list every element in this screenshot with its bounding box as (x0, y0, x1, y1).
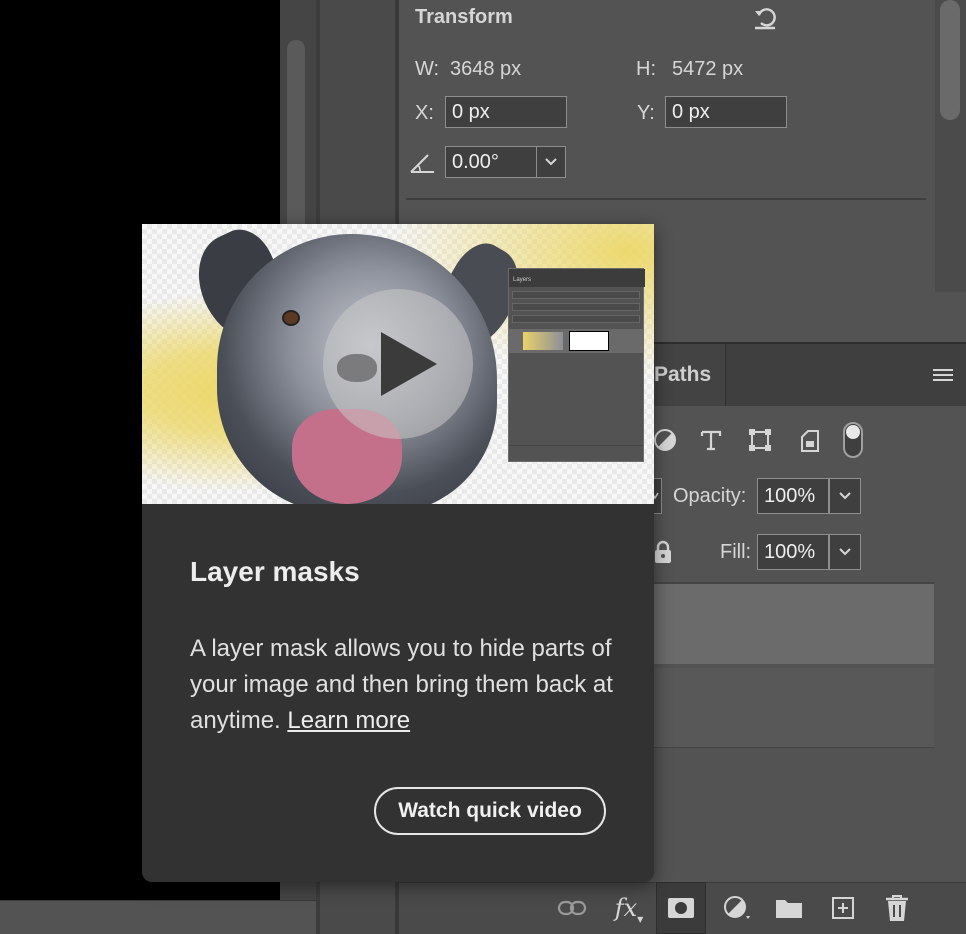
height-label: H: (636, 58, 656, 80)
watch-quick-video-button[interactable]: Watch quick video (374, 787, 606, 835)
layer-row[interactable] (654, 584, 934, 664)
fill-dropdown-button[interactable] (829, 534, 861, 570)
new-group-icon[interactable] (774, 893, 804, 923)
adjustment-filter-icon[interactable] (652, 424, 678, 456)
layer-masks-tooltip-popup: Layers Layer masks A layer mask allows y… (142, 224, 654, 882)
height-value: 5472 px (672, 58, 744, 80)
x-label: X: (415, 102, 434, 124)
section-divider (406, 198, 926, 200)
mini-panel-title: Layers (509, 269, 645, 287)
fill-field[interactable]: 100% (757, 534, 829, 570)
properties-scrollbar-thumb[interactable] (940, 0, 960, 120)
y-label: Y: (637, 102, 655, 124)
opacity-dropdown-button[interactable] (829, 478, 861, 514)
shape-filter-icon[interactable] (746, 424, 774, 456)
rotation-angle-field[interactable]: 0.00° (445, 146, 537, 178)
x-position-field[interactable]: 0 px (445, 96, 567, 128)
opacity-field[interactable]: 100% (757, 478, 829, 514)
opacity-label: Opacity: (673, 485, 747, 507)
smart-object-filter-icon[interactable] (796, 424, 824, 456)
canvas-status-bar (0, 900, 316, 934)
dog-image-eye (282, 310, 300, 326)
y-position-field[interactable]: 0 px (665, 96, 787, 128)
mini-mask-thumbnail (569, 331, 609, 351)
mini-panel-bar (512, 291, 640, 299)
angle-icon (407, 148, 437, 178)
link-layers-icon[interactable] (556, 893, 588, 923)
learn-more-link[interactable]: Learn more (287, 707, 410, 734)
mini-layer-thumbnail (523, 332, 563, 350)
filter-toggle-icon[interactable] (843, 422, 863, 458)
delete-layer-icon[interactable] (882, 892, 912, 924)
add-mask-icon[interactable] (656, 882, 706, 934)
fx-icon[interactable]: fx ▼ (612, 890, 646, 926)
panel-menu-icon[interactable] (930, 362, 956, 388)
type-filter-icon[interactable] (697, 424, 725, 456)
width-value: 3648 px (450, 58, 522, 80)
mini-panel-bar (512, 303, 640, 311)
popup-description: A layer mask allows you to hide parts of… (190, 631, 620, 739)
tab-paths[interactable]: Paths (654, 344, 726, 406)
fill-label: Fill: (720, 541, 752, 563)
new-layer-icon[interactable] (828, 893, 858, 923)
popup-title: Layer masks (190, 556, 360, 587)
video-preview[interactable]: Layers (142, 224, 654, 504)
play-icon (381, 332, 437, 396)
width-label: W: (415, 58, 440, 80)
rotation-dropdown-button[interactable] (536, 146, 566, 178)
mini-layers-panel-illustration: Layers (508, 268, 645, 462)
mini-panel-footer (509, 445, 643, 461)
fx-label: fx (614, 894, 638, 922)
transform-section-title: Transform (415, 6, 513, 28)
layer-row[interactable] (654, 668, 934, 748)
new-fill-adjustment-icon[interactable] (720, 891, 756, 925)
lock-all-icon[interactable] (652, 538, 674, 566)
reset-icon[interactable] (749, 2, 781, 32)
mini-panel-bar (512, 315, 640, 323)
